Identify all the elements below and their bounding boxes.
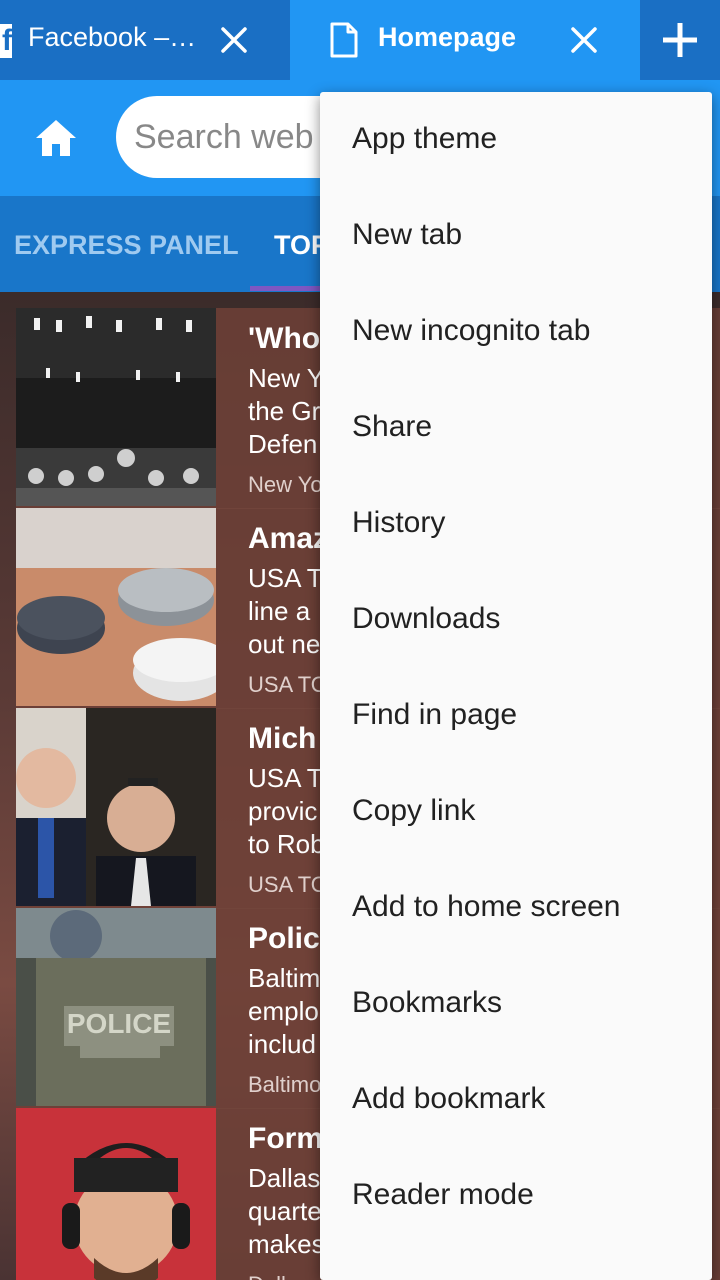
- menu-item-history[interactable]: History: [320, 476, 712, 572]
- menu-item-bookmarks[interactable]: Bookmarks: [320, 956, 712, 1052]
- facebook-icon: f: [0, 24, 12, 58]
- news-source: Baltimo: [248, 1072, 322, 1097]
- tab-homepage[interactable]: Homepage: [290, 0, 640, 80]
- news-headline: Form: [248, 1122, 323, 1155]
- menu-item-copy-link[interactable]: Copy link: [320, 764, 712, 860]
- news-thumbnail: POLICE: [16, 908, 216, 1106]
- menu-item-label: Copy link: [352, 794, 476, 827]
- menu-item-add-to-home-screen[interactable]: Add to home screen: [320, 860, 712, 956]
- menu-item-find-in-page[interactable]: Find in page: [320, 668, 712, 764]
- menu-item-label: New tab: [352, 218, 463, 251]
- menu-item-label: Find in page: [352, 698, 518, 731]
- tab-title: Facebook –…: [28, 22, 197, 52]
- svg-text:POLICE: POLICE: [67, 1008, 171, 1039]
- menu-item-label: Downloads: [352, 602, 501, 635]
- news-headline: Polic: [248, 922, 320, 955]
- menu-item-new-incognito-tab[interactable]: New incognito tab: [320, 284, 712, 380]
- menu-item-label: Share: [352, 410, 433, 443]
- tab-express-panel[interactable]: EXPRESS PANEL: [14, 230, 239, 261]
- news-headline: Amaz: [248, 522, 329, 555]
- close-icon[interactable]: [564, 20, 604, 60]
- menu-item-reader-mode[interactable]: Reader mode: [320, 1148, 712, 1244]
- tab-bar: f Facebook –… Homepage: [0, 0, 720, 80]
- news-headline: Mich: [248, 722, 317, 755]
- menu-item-label: App theme: [352, 122, 498, 155]
- news-thumbnail: [16, 1108, 216, 1280]
- news-source: USA TO: [248, 672, 328, 697]
- menu-item-label: New incognito tab: [352, 314, 591, 347]
- menu-item-new-tab[interactable]: New tab: [320, 188, 712, 284]
- news-thumbnail: [16, 308, 216, 506]
- news-thumbnail: [16, 708, 216, 906]
- news-thumbnail: [16, 508, 216, 706]
- news-headline: 'Who: [248, 322, 321, 355]
- news-source: USA TO: [248, 872, 328, 897]
- news-source: Dalla: [248, 1272, 298, 1280]
- menu-item-share[interactable]: Share: [320, 380, 712, 476]
- menu-item-downloads[interactable]: Downloads: [320, 572, 712, 668]
- menu-item-label: Add to home screen: [352, 890, 621, 923]
- close-icon[interactable]: [214, 20, 254, 60]
- tab-title: Homepage: [378, 22, 517, 52]
- menu-item-label: Reader mode: [352, 1178, 534, 1211]
- new-tab-button[interactable]: [640, 0, 720, 80]
- home-icon[interactable]: [32, 116, 80, 160]
- menu-item-label: Bookmarks: [352, 986, 503, 1019]
- tab-facebook[interactable]: f Facebook –…: [0, 0, 290, 80]
- menu-item-label: History: [352, 506, 446, 539]
- document-icon: [330, 22, 358, 58]
- menu-item-add-bookmark[interactable]: Add bookmark: [320, 1052, 712, 1148]
- plus-icon: [663, 23, 697, 57]
- news-source: New Yo: [248, 472, 323, 497]
- menu-item-label: Add bookmark: [352, 1082, 546, 1115]
- overflow-menu: App theme New tab New incognito tab Shar…: [320, 92, 712, 1280]
- menu-item-app-theme[interactable]: App theme: [320, 92, 712, 188]
